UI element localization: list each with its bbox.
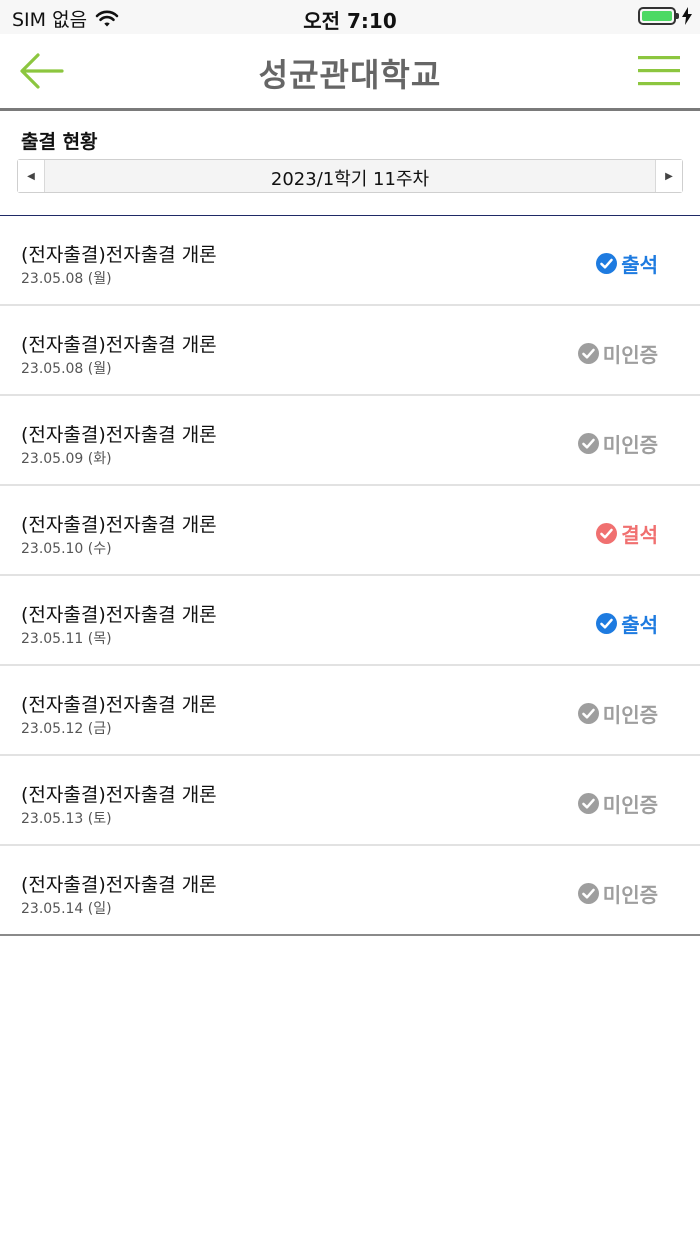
- list-item[interactable]: (전자출결)전자출결 개론 23.05.11 (목) 출석: [0, 576, 700, 666]
- nav-bar: 성균관대학교: [0, 34, 700, 111]
- caret-right-icon: ▶: [665, 170, 673, 182]
- status-badge: 미인증: [577, 879, 658, 908]
- course-name: (전자출결)전자출결 개론: [21, 334, 217, 356]
- status-label: 출석: [621, 253, 658, 277]
- check-circle-icon: [577, 343, 599, 364]
- menu-button[interactable]: [638, 54, 680, 88]
- record-date: 23.05.13 (토): [21, 811, 112, 827]
- course-name: (전자출결)전자출결 개론: [21, 784, 217, 806]
- week-label[interactable]: 2023/1학기 11주차: [44, 165, 656, 191]
- record-date: 23.05.08 (월): [21, 271, 112, 287]
- check-circle-icon: [577, 703, 599, 724]
- record-date: 23.05.11 (목): [21, 631, 112, 647]
- record-date: 23.05.09 (화): [21, 451, 112, 467]
- status-label: 출석: [621, 613, 658, 637]
- attendance-list: (전자출결)전자출결 개론 23.05.08 (월) 출석 (전자출결)전자출결 개론…: [0, 216, 700, 936]
- list-item[interactable]: (전자출결)전자출결 개론 23.05.12 (금) 미인증: [0, 666, 700, 756]
- record-date: 23.05.12 (금): [21, 721, 112, 737]
- course-name: (전자출결)전자출결 개론: [21, 694, 217, 716]
- list-item[interactable]: (전자출결)전자출결 개론 23.05.10 (수) 결석: [0, 486, 700, 576]
- status-label: 미인증: [602, 703, 658, 727]
- week-selector: ◀ 2023/1학기 11주차 ▶: [17, 159, 683, 193]
- charging-bolt-icon: [682, 7, 692, 25]
- prev-week-button[interactable]: ◀: [18, 160, 45, 192]
- check-circle-icon: [577, 883, 599, 904]
- attendance-header: 출결 현황 ◀ 2023/1학기 11주차 ▶: [0, 111, 700, 217]
- course-name: (전자출결)전자출결 개론: [21, 514, 217, 536]
- status-badge: 미인증: [577, 429, 658, 458]
- status-badge: 출석: [596, 249, 658, 278]
- course-name: (전자출결)전자출결 개론: [21, 604, 217, 626]
- record-date: 23.05.14 (일): [21, 901, 112, 917]
- hamburger-menu-icon: [638, 56, 680, 86]
- status-bar: SIM 없음 오전 7:10: [0, 0, 700, 34]
- course-name: (전자출결)전자출결 개론: [21, 244, 217, 266]
- record-date: 23.05.08 (월): [21, 361, 112, 377]
- check-circle-icon: [596, 523, 618, 544]
- status-label: 미인증: [602, 343, 658, 367]
- course-name: (전자출결)전자출결 개론: [21, 874, 217, 896]
- status-label: 미인증: [602, 883, 658, 907]
- status-badge: 미인증: [577, 789, 658, 818]
- list-item[interactable]: (전자출결)전자출결 개론 23.05.13 (토) 미인증: [0, 756, 700, 846]
- record-date: 23.05.10 (수): [21, 541, 112, 557]
- check-circle-icon: [596, 613, 618, 634]
- list-item[interactable]: (전자출결)전자출결 개론 23.05.08 (월) 출석: [0, 216, 700, 306]
- status-label: 결석: [621, 523, 658, 547]
- status-badge: 결석: [596, 519, 658, 548]
- check-circle-icon: [596, 253, 618, 274]
- battery-icon: [638, 7, 679, 25]
- page-title: 성균관대학교: [258, 56, 442, 94]
- caret-left-icon: ◀: [27, 170, 35, 182]
- status-label: 미인증: [602, 433, 658, 457]
- list-item[interactable]: (전자출결)전자출결 개론 23.05.08 (월) 미인증: [0, 306, 700, 396]
- battery-group: [638, 7, 692, 25]
- status-badge: 출석: [596, 609, 658, 638]
- status-badge: 미인증: [577, 339, 658, 368]
- status-label: 미인증: [602, 793, 658, 817]
- course-name: (전자출결)전자출결 개론: [21, 424, 217, 446]
- list-item[interactable]: (전자출결)전자출결 개론 23.05.14 (일) 미인증: [0, 846, 700, 936]
- check-circle-icon: [577, 433, 599, 454]
- list-item[interactable]: (전자출결)전자출결 개론 23.05.09 (화) 미인증: [0, 396, 700, 486]
- next-week-button[interactable]: ▶: [655, 160, 682, 192]
- clock: 오전 7:10: [303, 9, 397, 33]
- status-badge: 미인증: [577, 699, 658, 728]
- section-title: 출결 현황: [21, 131, 98, 153]
- check-circle-icon: [577, 793, 599, 814]
